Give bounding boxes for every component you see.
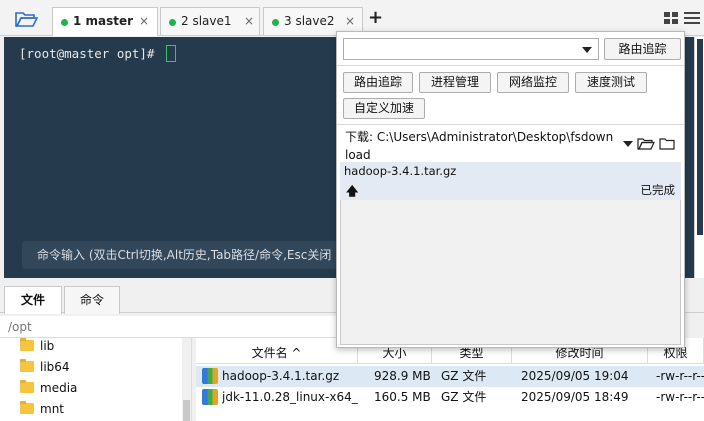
file-permissions: -rw-r--r-- — [656, 369, 704, 383]
tab-label: 2 slave1 — [181, 14, 232, 28]
scrollbar-thumb[interactable] — [183, 400, 190, 421]
tab-label: 3 slave2 — [284, 14, 335, 28]
tree-item-label: media — [40, 381, 78, 395]
table-row[interactable]: jdk-11.0.28_linux-x64_... 160.5 MB GZ 文件… — [196, 387, 704, 408]
tree-item-label: lib — [40, 339, 55, 353]
tree-item-label: mnt — [40, 402, 64, 416]
directory-tree: lib lib64 media mnt — [0, 338, 192, 421]
table-row[interactable]: hadoop-3.4.1.tar.gz 928.9 MB GZ 文件 2025/… — [196, 366, 704, 387]
folder-icon — [20, 380, 34, 393]
folder-icon — [20, 338, 34, 351]
close-icon[interactable]: × — [139, 8, 149, 34]
file-name: jdk-11.0.28_linux-x64_... — [222, 390, 358, 404]
file-name: hadoop-3.4.1.tar.gz — [222, 369, 340, 383]
file-size: 160.5 MB — [374, 390, 431, 404]
tree-item-lib64[interactable]: lib64 — [20, 357, 70, 377]
folder-icon[interactable] — [659, 137, 675, 151]
archive-icon — [202, 368, 218, 384]
scrollbar-thumb[interactable] — [697, 39, 703, 235]
divider — [337, 65, 684, 66]
file-modified: 2025/09/05 19:04 — [521, 369, 629, 383]
transfer-item[interactable]: hadoop-3.4.1.tar.gz 🡅 已完成 — [340, 162, 681, 200]
status-dot — [169, 19, 176, 26]
tab-files[interactable]: 文件 — [4, 286, 62, 314]
folder-open-icon[interactable] — [14, 9, 39, 29]
tool-custom-accel-button[interactable]: 自定义加速 — [343, 98, 425, 119]
file-permissions: -rw-r--r-- — [656, 390, 704, 404]
terminal-prompt-line: [root@master opt]# — [19, 45, 176, 62]
command-input-hint[interactable]: 命令输入 (双击Ctrl切换,Alt历史,Tab路径/命令,Esc关闭 — [22, 241, 342, 269]
chevron-down-icon[interactable] — [623, 141, 633, 147]
column-header-name[interactable]: 文件名 ^ — [196, 338, 358, 364]
terminal-cursor — [166, 45, 176, 62]
tool-speed-test-button[interactable]: 速度测试 — [575, 72, 647, 93]
chevron-down-icon[interactable] — [582, 47, 592, 53]
tab-commands[interactable]: 命令 — [64, 286, 120, 314]
tree-item-lib[interactable]: lib — [20, 336, 54, 356]
archive-icon — [202, 389, 218, 405]
terminal-scrollbar[interactable] — [694, 37, 704, 278]
tools-popup-panel: 路由追踪 路由追踪 进程管理 网络监控 速度测试 自定义加速 下载: C:\Us… — [336, 31, 685, 348]
terminal-prompt: [root@master opt]# — [19, 46, 162, 61]
tool-network-monitor-button[interactable]: 网络监控 — [497, 72, 569, 93]
file-size: 928.9 MB — [374, 369, 431, 383]
status-dot — [272, 19, 279, 26]
status-dot — [61, 19, 68, 26]
download-path-label: 下载: C:\Users\Administrator\Desktop\fsdow… — [345, 130, 614, 162]
tree-scrollbar[interactable] — [182, 338, 191, 421]
tree-item-mnt[interactable]: mnt — [20, 399, 64, 419]
hamburger-menu-icon[interactable] — [684, 12, 700, 24]
folder-icon — [20, 359, 34, 372]
folder-icon — [20, 401, 34, 414]
folder-open-icon[interactable] — [637, 137, 655, 151]
tool-process-manager-button[interactable]: 进程管理 — [419, 72, 491, 93]
file-modified: 2025/09/05 18:49 — [521, 390, 629, 404]
tab-master[interactable]: 1 master × — [52, 7, 158, 36]
file-table: 文件名 ^ 大小 类型 修改时间 权限 hadoop-3.4.1.tar.gz … — [196, 338, 704, 421]
tab-label: 1 master — [73, 14, 134, 28]
file-type: GZ 文件 — [441, 390, 487, 404]
plus-icon[interactable]: + — [368, 9, 383, 27]
tree-item-label: lib64 — [40, 360, 70, 374]
tab-slave1[interactable]: 2 slave1 × — [160, 7, 260, 35]
close-icon[interactable]: × — [244, 8, 254, 34]
tool-trace-route-button[interactable]: 路由追踪 — [343, 72, 413, 93]
file-type: GZ 文件 — [441, 369, 487, 383]
grid-view-icon[interactable] — [664, 12, 678, 24]
trace-route-button[interactable]: 路由追踪 — [604, 38, 681, 60]
tree-item-media[interactable]: media — [20, 378, 77, 398]
upload-arrow-icon: 🡅 — [346, 184, 359, 198]
transfer-status: 已完成 — [640, 183, 676, 197]
transfer-file-name: hadoop-3.4.1.tar.gz — [344, 164, 457, 178]
divider — [337, 124, 684, 125]
host-combobox[interactable] — [343, 38, 599, 60]
path-input[interactable]: /opt — [0, 316, 340, 338]
